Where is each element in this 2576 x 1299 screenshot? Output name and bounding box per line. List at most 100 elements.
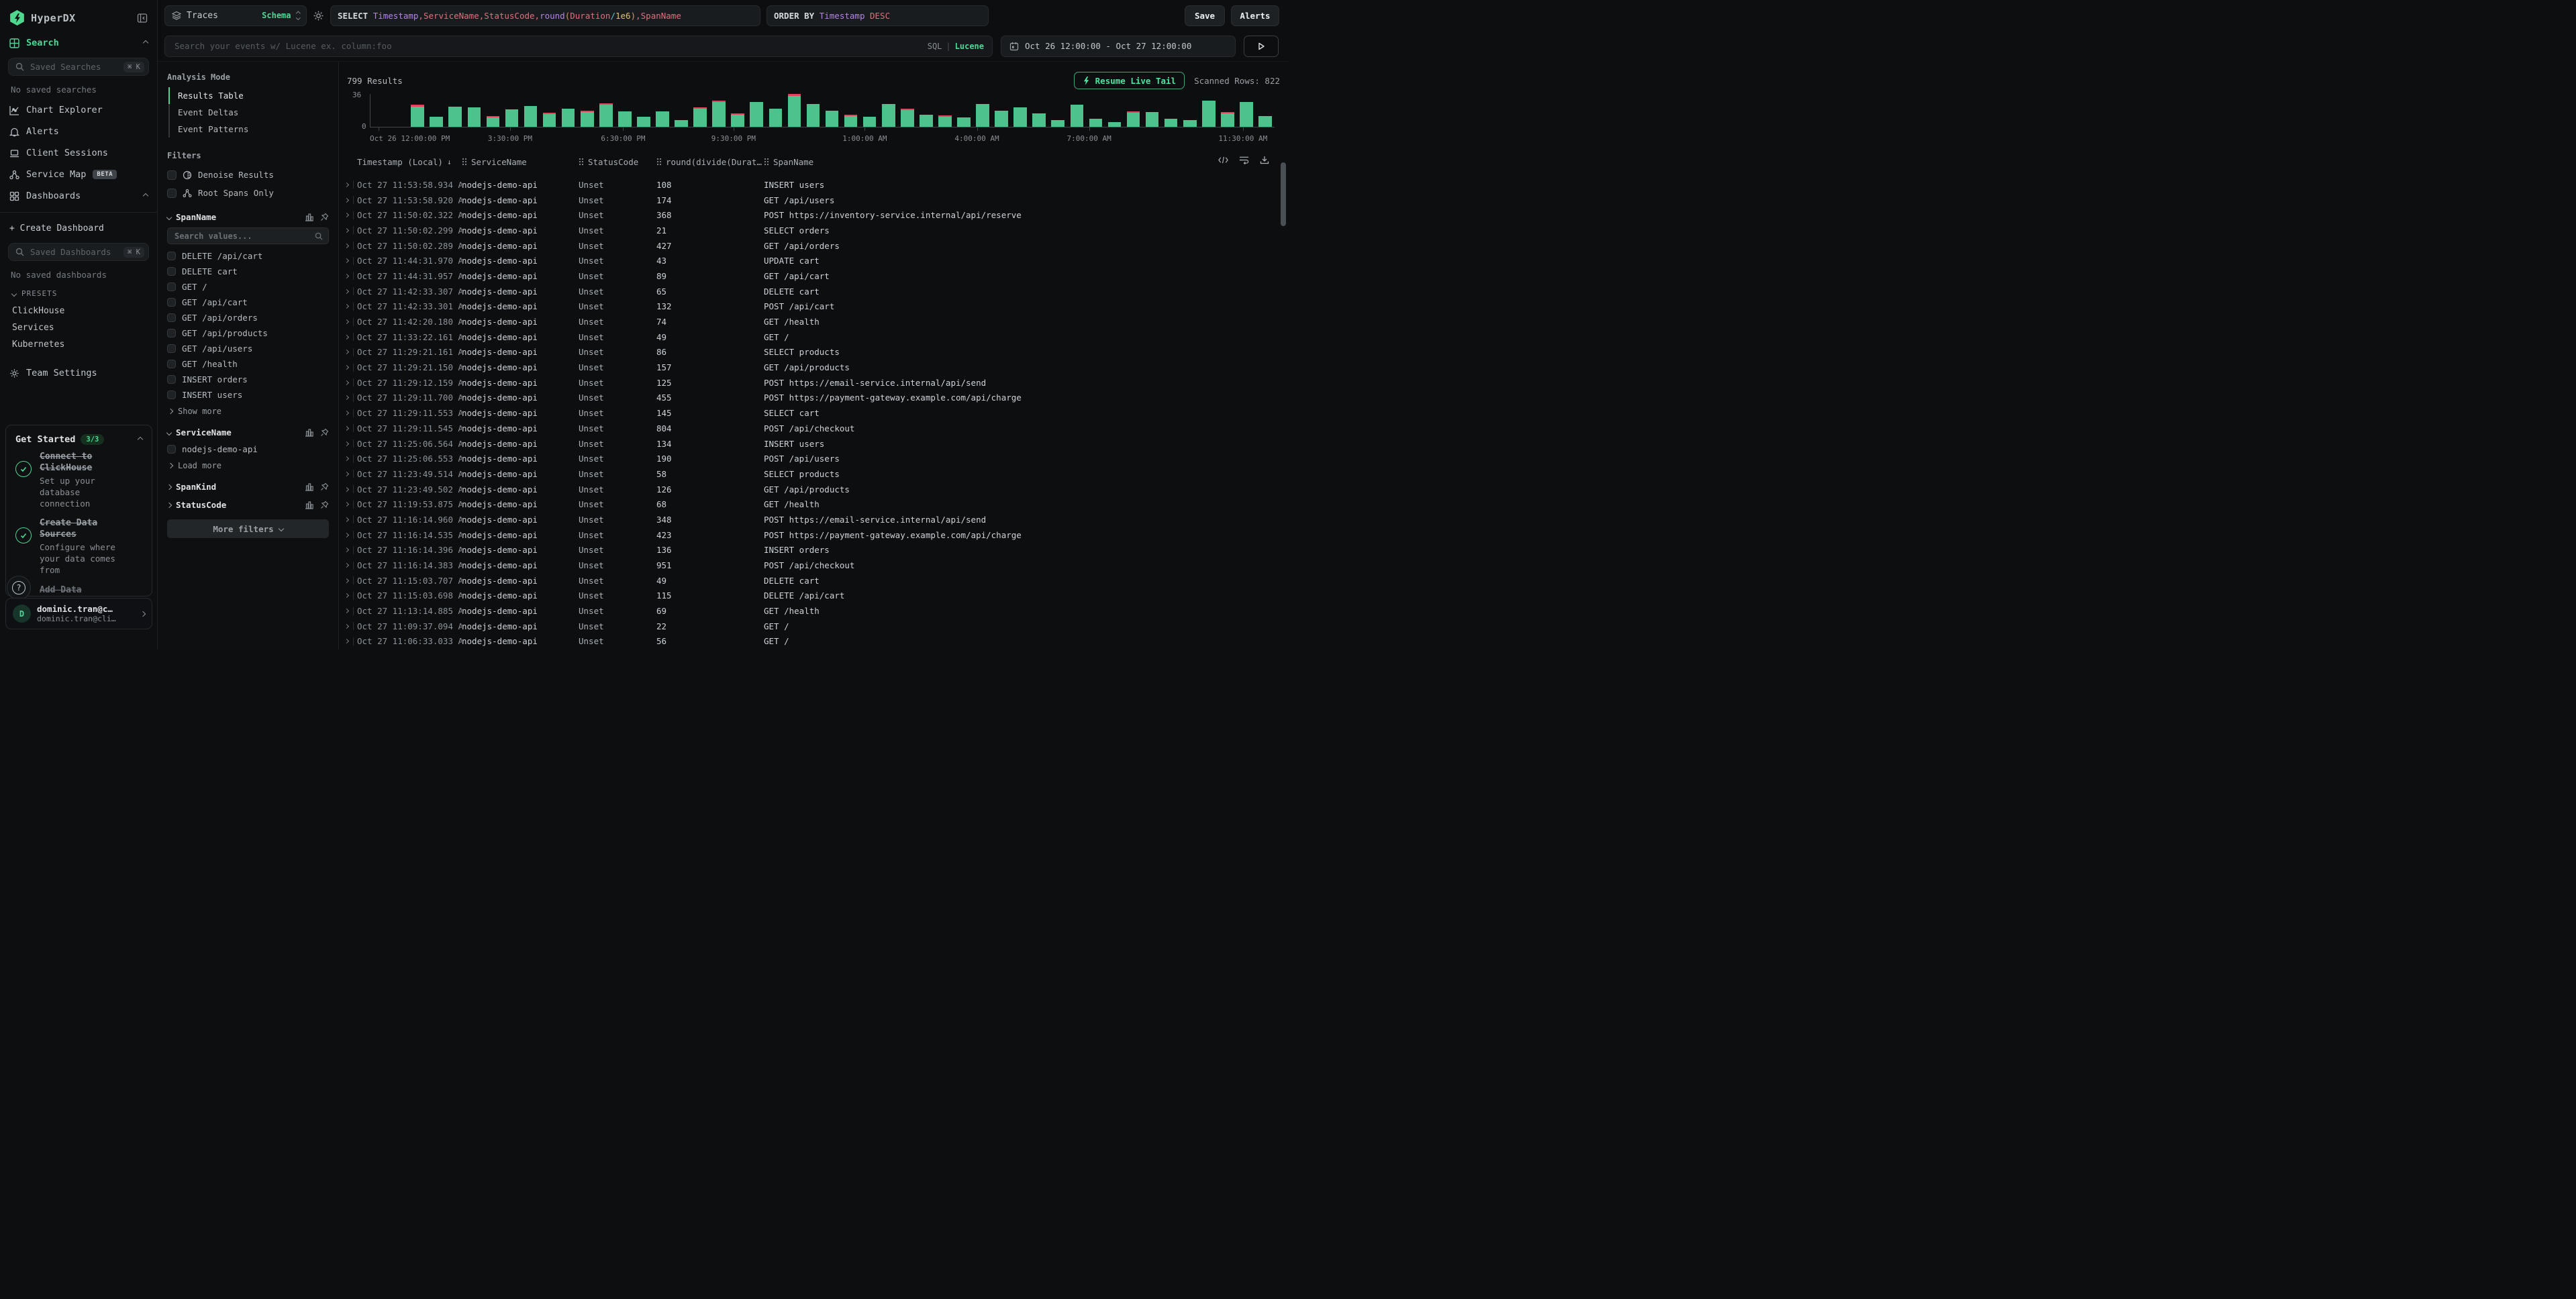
histogram-bar[interactable]	[957, 94, 971, 127]
histogram-bar[interactable]	[581, 94, 594, 127]
filter-value-checkbox[interactable]	[167, 298, 176, 307]
row-expand-icon[interactable]	[344, 274, 349, 278]
run-query-button[interactable]	[1244, 36, 1279, 57]
spanname-value-search[interactable]	[167, 227, 329, 244]
histogram-bar[interactable]	[1165, 94, 1178, 127]
histogram-slot[interactable]	[653, 94, 672, 127]
histogram-bar[interactable]	[1221, 94, 1234, 127]
histogram-slot[interactable]	[502, 94, 521, 127]
histogram-slot[interactable]	[1105, 94, 1124, 127]
filter-value-label[interactable]: GET /api/cart	[182, 297, 248, 307]
histogram-bar[interactable]	[693, 94, 707, 127]
histogram-bar[interactable]	[901, 94, 914, 127]
filter-value-label[interactable]: GET /api/orders	[182, 313, 258, 323]
table-row[interactable]: Oct 27 11:50:02.289 AMnodejs-demo-apiUns…	[339, 238, 1288, 254]
histogram-bar[interactable]	[1240, 94, 1253, 127]
row-expand-icon[interactable]	[344, 502, 349, 507]
source-settings-gear-icon[interactable]	[313, 10, 324, 21]
table-row[interactable]: Oct 27 11:42:33.301 AMnodejs-demo-apiUns…	[339, 299, 1288, 315]
chart-icon[interactable]	[305, 501, 313, 509]
denoise-results-toggle[interactable]: Denoise Results	[167, 166, 329, 184]
table-row[interactable]: Oct 27 11:09:37.094 AMnodejs-demo-apiUns…	[339, 619, 1288, 634]
histogram-bar[interactable]	[938, 94, 952, 127]
histogram-slot[interactable]	[1124, 94, 1143, 127]
sidebar-item-search[interactable]: Search	[0, 32, 157, 54]
column-header-servicename[interactable]: ServiceName	[462, 157, 579, 167]
histogram-slot[interactable]	[709, 94, 728, 127]
histogram-bar[interactable]	[976, 94, 989, 127]
spanname-value-item[interactable]: GET /	[167, 279, 329, 295]
sidebar-item-dashboards[interactable]: Dashboards	[0, 185, 157, 207]
filter-value-label[interactable]: GET /api/users	[182, 344, 252, 354]
histogram-bar[interactable]	[1202, 94, 1216, 127]
row-expand-icon[interactable]	[344, 593, 349, 598]
histogram-slot[interactable]	[954, 94, 973, 127]
table-row[interactable]: Oct 27 11:42:20.180 AMnodejs-demo-apiUns…	[339, 314, 1288, 329]
row-expand-icon[interactable]	[344, 487, 349, 492]
preset-item-services[interactable]: Services	[0, 319, 157, 336]
histogram-bar[interactable]	[637, 94, 650, 127]
histogram-slot[interactable]	[370, 94, 389, 127]
code-view-icon[interactable]	[1218, 156, 1228, 164]
filter-value-checkbox[interactable]	[167, 360, 176, 368]
histogram-slot[interactable]	[597, 94, 615, 127]
saved-searches-search[interactable]: ⌘ K	[8, 58, 149, 76]
row-expand-icon[interactable]	[344, 228, 349, 233]
sidebar-item-team-settings[interactable]: Team Settings	[0, 362, 157, 384]
table-row[interactable]: Oct 27 11:06:33.033 AMnodejs-demo-apiUns…	[339, 634, 1288, 650]
histogram-slot[interactable]	[917, 94, 936, 127]
filter-value-checkbox[interactable]	[167, 313, 176, 322]
chart-icon[interactable]	[305, 213, 313, 221]
histogram-slot[interactable]	[578, 94, 597, 127]
row-expand-icon[interactable]	[344, 578, 349, 583]
histogram-bar[interactable]	[1183, 94, 1197, 127]
row-expand-icon[interactable]	[344, 639, 349, 643]
row-expand-icon[interactable]	[344, 548, 349, 552]
source-select[interactable]: Traces Schema	[164, 5, 307, 26]
table-row[interactable]: Oct 27 11:29:21.150 AMnodejs-demo-apiUns…	[339, 360, 1288, 375]
histogram-slot[interactable]	[408, 94, 427, 127]
lang-lucene[interactable]: Lucene	[955, 42, 984, 51]
table-row[interactable]: Oct 27 11:19:53.875 AMnodejs-demo-apiUns…	[339, 497, 1288, 512]
histogram-slot[interactable]	[634, 94, 653, 127]
chevron-up-icon[interactable]	[138, 437, 143, 442]
date-range-picker[interactable]: Oct 26 12:00:00 - Oct 27 12:00:00	[1001, 36, 1236, 57]
alerts-button[interactable]: Alerts	[1231, 5, 1279, 26]
histogram-bar[interactable]	[505, 94, 519, 127]
row-expand-icon[interactable]	[344, 517, 349, 522]
get-started-item[interactable]: Connect to ClickHouse Set up your databa…	[15, 452, 142, 509]
row-expand-icon[interactable]	[344, 456, 349, 461]
histogram-bar[interactable]	[1108, 94, 1122, 127]
saved-searches-input[interactable]	[29, 61, 119, 72]
table-row[interactable]: Oct 27 11:13:14.885 AMnodejs-demo-apiUns…	[339, 603, 1288, 619]
preset-item-clickhouse[interactable]: ClickHouse	[0, 303, 157, 319]
spanname-value-item[interactable]: DELETE cart	[167, 264, 329, 279]
histogram-slot[interactable]	[464, 94, 483, 127]
histogram-slot[interactable]	[691, 94, 709, 127]
histogram-bar[interactable]	[1051, 94, 1064, 127]
row-expand-icon[interactable]	[344, 365, 349, 370]
filter-value-label[interactable]: INSERT users	[182, 390, 242, 400]
table-row[interactable]: Oct 27 11:23:49.502 AMnodejs-demo-apiUns…	[339, 482, 1288, 497]
histogram-slot[interactable]	[860, 94, 879, 127]
table-row[interactable]: Oct 27 11:29:11.553 AMnodejs-demo-apiUns…	[339, 405, 1288, 421]
row-expand-icon[interactable]	[344, 395, 349, 400]
drag-handle-icon[interactable]	[462, 158, 467, 166]
histogram-slot[interactable]	[1067, 94, 1086, 127]
spanname-value-item[interactable]: GET /api/orders	[167, 310, 329, 325]
filter-value-label[interactable]: GET /health	[182, 359, 238, 369]
histogram-bar[interactable]	[562, 94, 575, 127]
table-row[interactable]: Oct 27 11:44:31.957 AMnodejs-demo-apiUns…	[339, 268, 1288, 284]
chart-icon[interactable]	[305, 428, 313, 437]
histogram-bar[interactable]	[712, 94, 726, 127]
histogram-slot[interactable]	[1181, 94, 1199, 127]
spanname-value-item[interactable]: GET /api/users	[167, 341, 329, 356]
get-started-item[interactable]: Add Data Start sending	[15, 585, 142, 596]
histogram-slot[interactable]	[540, 94, 559, 127]
pin-icon[interactable]	[320, 213, 329, 221]
histogram-bar[interactable]	[1258, 94, 1272, 127]
sidebar-item-alerts[interactable]: Alerts	[0, 121, 157, 142]
chart-icon[interactable]	[305, 482, 313, 491]
row-expand-icon[interactable]	[344, 441, 349, 446]
histogram-slot[interactable]	[1237, 94, 1256, 127]
